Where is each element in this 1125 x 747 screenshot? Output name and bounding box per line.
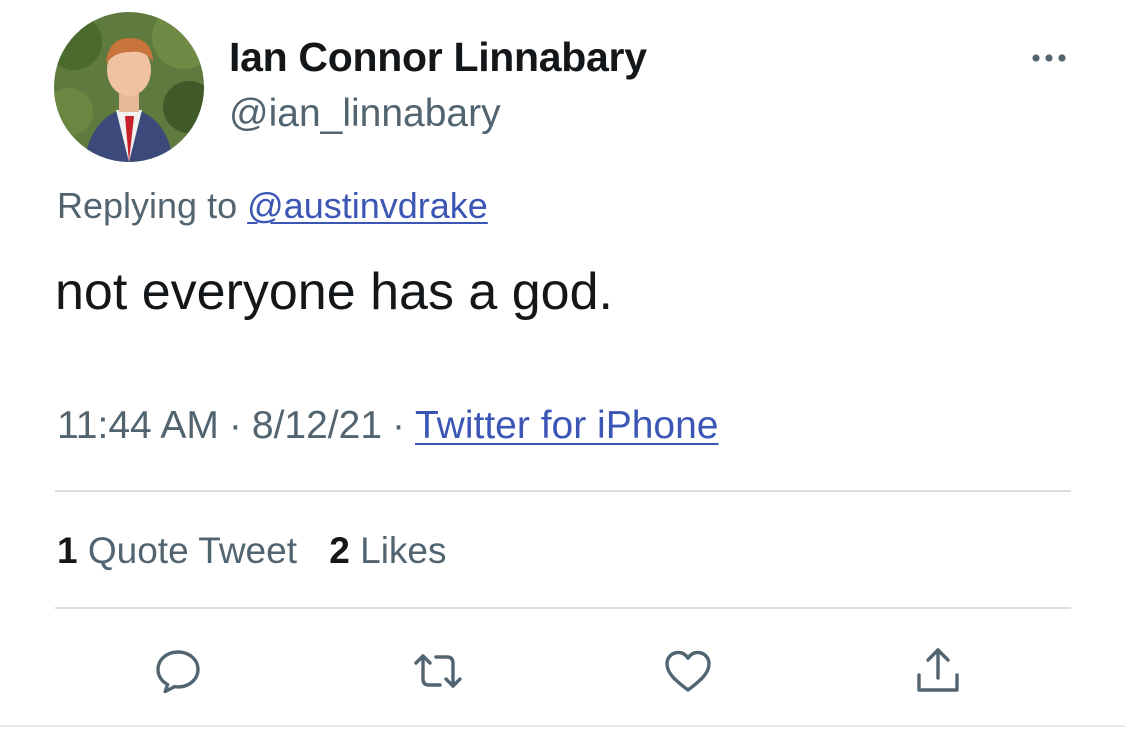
reply-icon <box>156 650 200 694</box>
tweet-meta: 11:44 AM · 8/12/21 · Twitter for iPhone <box>57 404 718 448</box>
retweet-icon <box>414 654 462 688</box>
quote-label: Quote Tweet <box>87 530 297 571</box>
share-icon <box>917 648 959 692</box>
avatar[interactable] <box>54 12 204 162</box>
share-button[interactable] <box>912 645 964 697</box>
likes-stat[interactable]: 2 Likes <box>329 530 446 571</box>
meta-separator: · <box>228 404 242 447</box>
tweet-source-link[interactable]: Twitter for iPhone <box>415 404 718 447</box>
retweet-button[interactable] <box>412 645 464 697</box>
profile-photo-icon <box>54 12 204 162</box>
tweet-stats: 1 Quote Tweet 2 Likes <box>57 530 469 572</box>
more-options-button[interactable] <box>1018 36 1080 80</box>
like-label: Likes <box>360 530 447 571</box>
tweet-date[interactable]: 8/12/21 <box>252 404 382 447</box>
meta-separator: · <box>392 404 406 447</box>
quote-tweets-stat[interactable]: 1 Quote Tweet <box>57 530 297 571</box>
quote-count: 1 <box>57 530 78 571</box>
divider <box>55 607 1071 609</box>
display-name[interactable]: Ian Connor Linnabary <box>229 34 647 81</box>
tweet-text: not everyone has a god. <box>55 263 613 321</box>
tweet-time[interactable]: 11:44 AM <box>57 404 219 447</box>
reply-prefix: Replying to <box>57 185 238 226</box>
like-button[interactable] <box>662 645 714 697</box>
reply-to-link[interactable]: @austinvdrake <box>247 185 488 226</box>
like-count: 2 <box>329 530 350 571</box>
like-icon <box>665 650 711 692</box>
reply-button[interactable] <box>152 645 204 697</box>
divider <box>55 490 1071 492</box>
bottom-border <box>0 725 1125 727</box>
reply-context: Replying to @austinvdrake <box>57 185 488 227</box>
user-handle[interactable]: @ian_linnabary <box>229 92 501 136</box>
more-dots-icon <box>1032 54 1066 62</box>
